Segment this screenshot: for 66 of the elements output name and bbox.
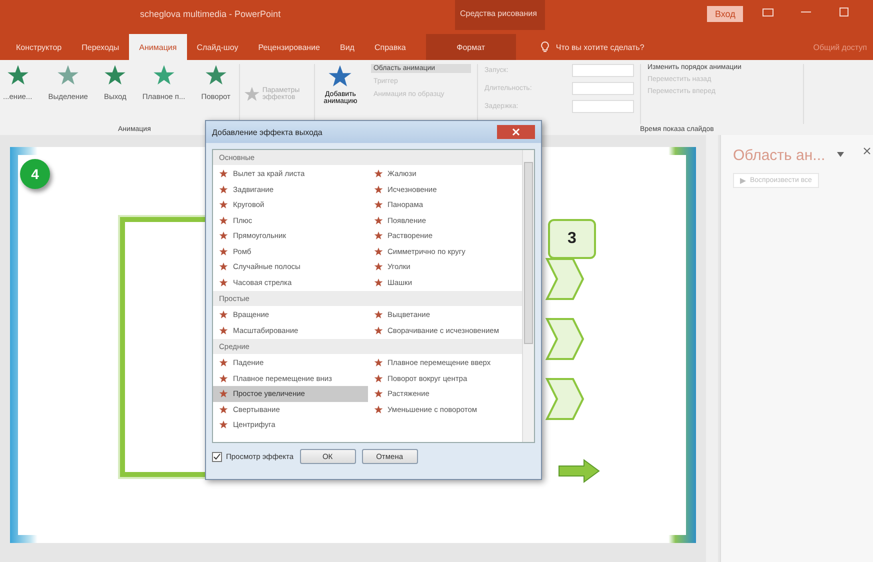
star-icon	[374, 374, 382, 383]
ribbon-tab[interactable]: Рецензирование	[248, 34, 330, 60]
close-icon	[512, 128, 520, 136]
star-icon	[374, 262, 382, 272]
close-button[interactable]	[497, 125, 535, 139]
star-icon	[219, 420, 228, 430]
star-icon	[219, 310, 228, 320]
star-icon	[374, 169, 382, 178]
star-icon	[219, 216, 228, 225]
lightbulb-icon	[540, 41, 550, 53]
pane-title: Область ан...	[733, 147, 826, 164]
window-title: scheglova multimedia - PowerPoint	[140, 9, 281, 19]
star-icon	[219, 326, 228, 335]
arrow-shape	[558, 459, 600, 483]
star-icon	[374, 278, 382, 287]
ribbon-tab[interactable]: Анимация	[129, 34, 187, 60]
star-icon	[219, 184, 228, 194]
arrow-shape	[545, 377, 585, 421]
star-icon	[219, 358, 228, 368]
timing-field[interactable]	[572, 82, 634, 95]
ribbon-tab[interactable]: Справка	[364, 34, 416, 60]
checkmark-icon	[213, 452, 221, 460]
context-group-label: Средства рисования	[460, 9, 537, 18]
star-icon	[374, 246, 382, 256]
dialog-title: Добавление эффекта выхода	[212, 128, 322, 136]
ribbon-tab[interactable]: Слайд-шоу	[186, 34, 248, 60]
star-icon	[219, 169, 228, 178]
ribbon-tab[interactable]: Вид	[330, 34, 364, 60]
star-icon	[219, 389, 228, 398]
ribbon-display-icon[interactable]	[762, 6, 774, 18]
star-icon	[219, 231, 228, 240]
maximize-icon[interactable]	[838, 6, 850, 18]
star-icon	[374, 231, 382, 240]
close-icon[interactable]	[863, 147, 871, 155]
star-icon	[104, 64, 126, 86]
star-icon	[374, 200, 382, 210]
star-icon	[374, 216, 382, 225]
arrow-shape	[545, 257, 585, 301]
star-icon	[6, 64, 29, 86]
star-icon	[219, 374, 228, 383]
tell-me-field[interactable]: Что вы хотите сделать?	[556, 42, 644, 52]
star-icon	[152, 64, 175, 86]
star-icon	[219, 404, 228, 414]
dropdown-arrow-icon[interactable]	[837, 152, 844, 157]
timing-field[interactable]	[572, 64, 634, 77]
callout-shape: 3	[548, 219, 596, 259]
ribbon-tab[interactable]: Формат	[426, 34, 516, 60]
star-icon	[219, 262, 228, 272]
star-icon	[374, 358, 382, 368]
star-icon	[374, 389, 382, 398]
star-icon	[374, 310, 382, 320]
star-icon	[204, 64, 227, 86]
ribbon-tab[interactable]: Переходы	[72, 34, 130, 60]
arrow-shape	[545, 317, 585, 361]
ribbon-tab[interactable]: Конструктор	[6, 34, 72, 60]
star-icon	[219, 246, 228, 256]
star-icon	[219, 278, 228, 287]
star-icon	[219, 200, 228, 210]
timing-field[interactable]	[572, 100, 634, 113]
play-icon	[740, 178, 746, 184]
star-icon	[57, 64, 80, 86]
star-icon	[328, 64, 352, 88]
star-icon	[374, 184, 382, 194]
star-icon	[374, 404, 382, 414]
star-icon	[374, 326, 382, 335]
scrollbar[interactable]	[522, 150, 534, 442]
